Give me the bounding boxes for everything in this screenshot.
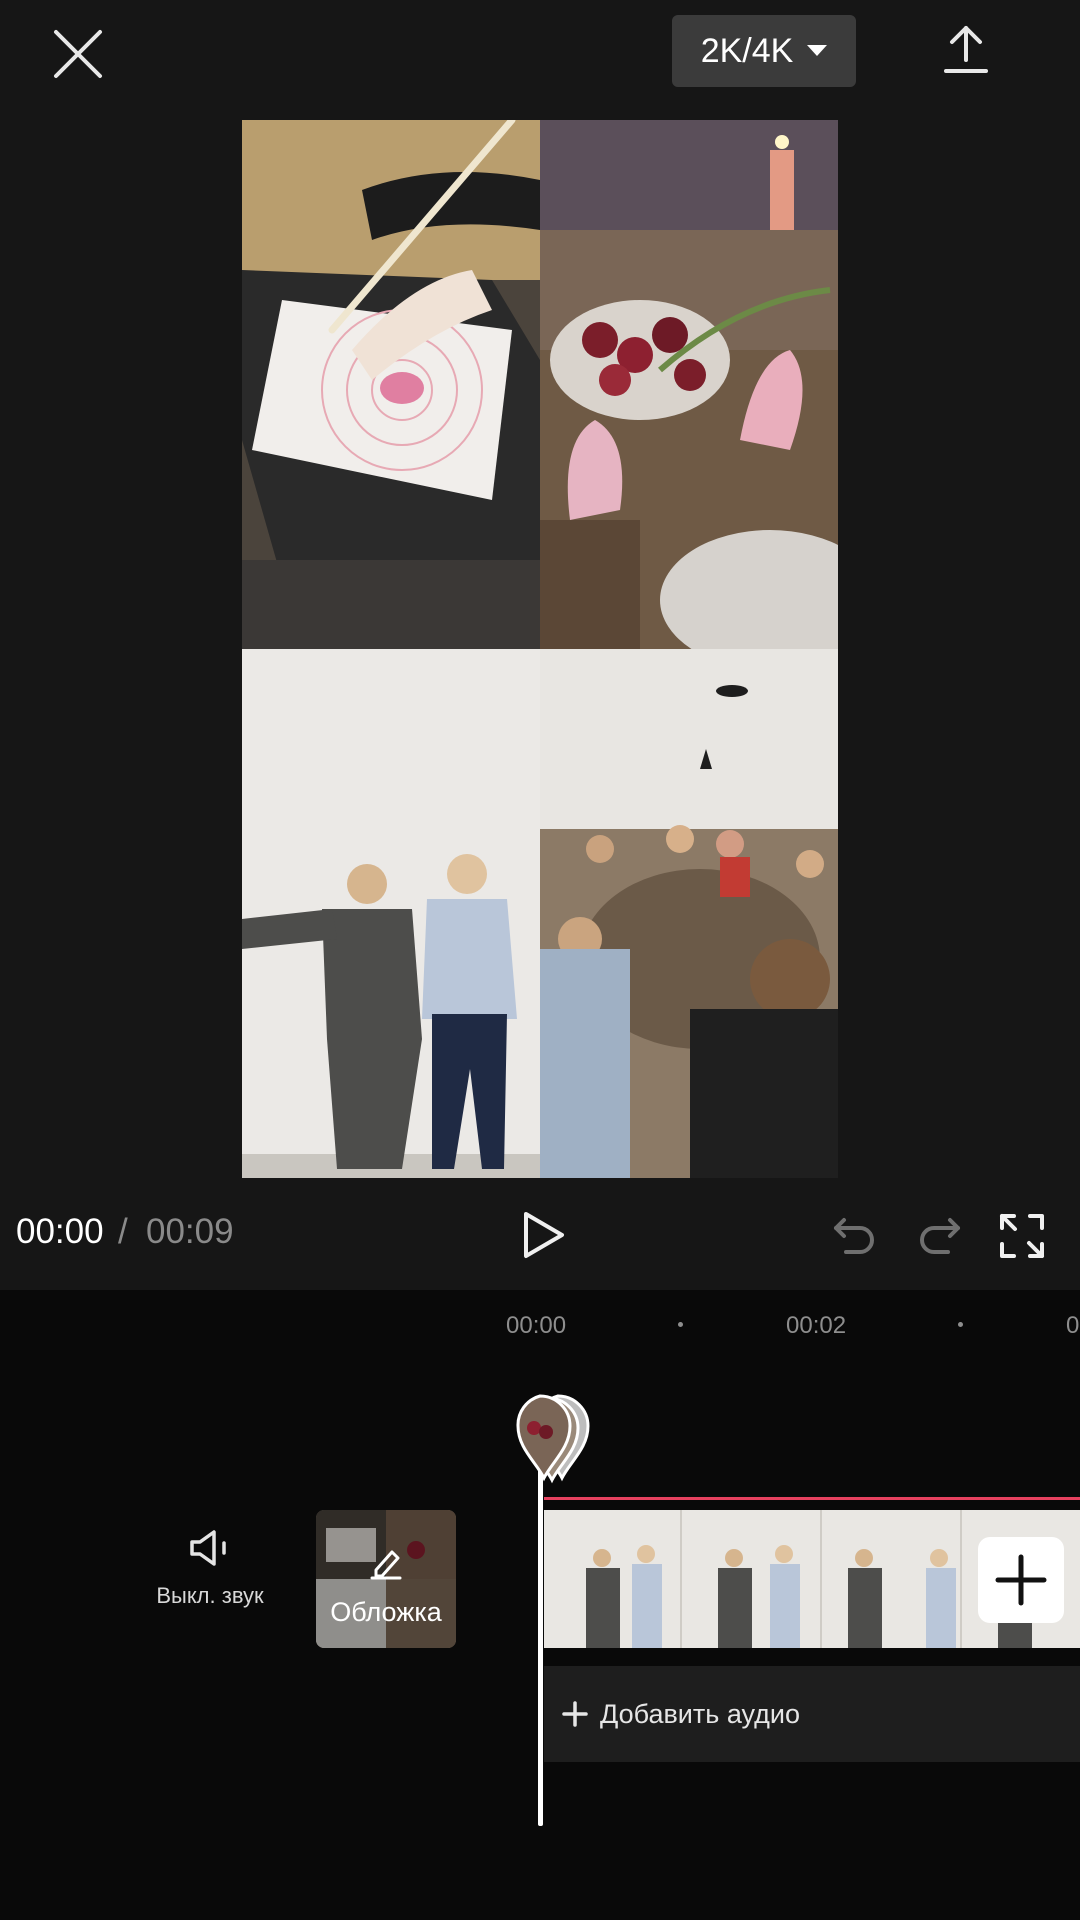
mute-audio-button[interactable]: Выкл. звук xyxy=(140,1528,280,1628)
play-button[interactable] xyxy=(518,1210,568,1260)
redo-icon xyxy=(920,1218,960,1254)
plus-icon xyxy=(562,1701,588,1727)
add-audio-label: Добавить аудио xyxy=(600,1698,800,1729)
playhead-handle[interactable] xyxy=(504,1392,594,1484)
time-separator: / xyxy=(118,1212,128,1251)
preview-tile-dinner-party xyxy=(540,649,838,1178)
ruler-label: 0 xyxy=(1066,1312,1080,1339)
add-audio-button[interactable]: Добавить аудио xyxy=(544,1666,1080,1762)
video-preview[interactable] xyxy=(242,120,838,1178)
export-button[interactable] xyxy=(940,24,992,76)
current-time: 00:00 xyxy=(16,1212,104,1251)
ruler-dot xyxy=(678,1322,683,1327)
play-icon xyxy=(524,1212,564,1258)
preview-tile-table-tulips xyxy=(540,120,838,649)
resolution-label: 2K/4K xyxy=(700,31,794,70)
caret-down-icon xyxy=(807,45,828,56)
ruler-label: 00:00 xyxy=(506,1312,567,1339)
upload-icon xyxy=(944,26,988,73)
ruler-dot xyxy=(958,1322,963,1327)
ruler-label: 00:02 xyxy=(786,1312,847,1339)
resolution-button[interactable]: 2K/4K xyxy=(672,15,856,87)
playhead-line[interactable] xyxy=(538,1430,543,1826)
add-clip-button[interactable] xyxy=(978,1537,1064,1623)
fullscreen-icon xyxy=(1000,1214,1044,1258)
speaker-off-icon xyxy=(190,1530,226,1566)
mute-label: Выкл. звук xyxy=(156,1583,264,1608)
fullscreen-button[interactable] xyxy=(998,1212,1046,1260)
preview-tile-two-women xyxy=(242,649,540,1178)
plus-icon xyxy=(995,1554,1047,1606)
close-icon xyxy=(54,30,102,78)
redo-button[interactable] xyxy=(916,1210,962,1256)
cover-label: Обложка xyxy=(330,1597,442,1627)
undo-button[interactable] xyxy=(832,1210,878,1256)
cover-button[interactable]: Обложка xyxy=(316,1510,456,1648)
edit-pencil-icon xyxy=(370,1550,402,1580)
undo-icon xyxy=(834,1218,874,1254)
preview-tile-tablet-drawing xyxy=(242,120,540,649)
total-time: 00:09 xyxy=(146,1212,234,1251)
close-button[interactable] xyxy=(48,24,108,84)
track-accent-line xyxy=(544,1497,1080,1500)
